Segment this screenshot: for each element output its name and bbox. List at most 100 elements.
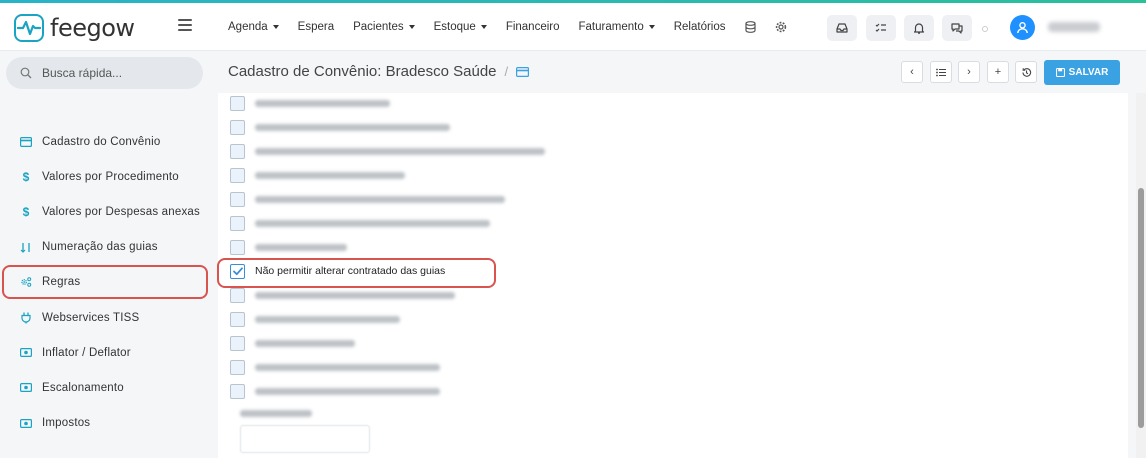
sidebar-item-escalonamento[interactable]: Escalonamento (0, 370, 210, 405)
rule-checkbox[interactable] (230, 287, 245, 303)
rule-checkbox[interactable] (230, 143, 245, 159)
code-input-blurred[interactable] (240, 425, 370, 453)
rule-checkbox[interactable] (230, 167, 245, 183)
settings-gear-icon[interactable] (775, 21, 787, 33)
search-icon (20, 67, 32, 79)
tasks-button[interactable] (866, 15, 896, 41)
search-placeholder: Busca rápida... (42, 66, 123, 80)
nav-financeiro[interactable]: Financeiro (506, 21, 560, 33)
feegow-logo[interactable]: feegow (14, 13, 135, 43)
rule-row[interactable] (230, 213, 490, 233)
rule-row[interactable] (230, 381, 440, 401)
prev-record-button[interactable]: ‹ (901, 61, 923, 83)
sidebar-item-valores-despesas[interactable]: $ Valores por Despesas anexas (0, 194, 210, 229)
blurred-field-label (240, 410, 312, 417)
inbox-button[interactable] (827, 15, 857, 41)
nav-relatorios[interactable]: Relatórios (674, 21, 726, 33)
nav-estoque[interactable]: Estoque (434, 21, 487, 33)
list-records-button[interactable] (930, 61, 952, 83)
rule-checkbox[interactable] (230, 335, 245, 351)
rule-checkbox[interactable] (230, 311, 245, 327)
rule-row[interactable] (230, 357, 440, 377)
user-name-blurred[interactable] (1048, 22, 1100, 32)
quick-search-input[interactable]: Busca rápida... (6, 57, 203, 89)
rule-row[interactable] (230, 165, 405, 185)
add-record-button[interactable]: + (987, 61, 1009, 83)
nav-faturamento[interactable]: Faturamento (579, 21, 655, 33)
annotation-highlight-rule (217, 258, 496, 288)
blurred-rule-label (255, 339, 355, 347)
plug-icon (20, 312, 32, 324)
history-button[interactable] (1015, 61, 1037, 83)
dollar-icon: $ (22, 169, 30, 184)
rule-row[interactable] (230, 117, 450, 137)
page-title: Cadastro de Convênio: Bradesco Saúde / (228, 63, 530, 80)
sidebar-item-webservices-tiss[interactable]: Webservices TISS (0, 300, 210, 335)
nav-espera[interactable]: Espera (298, 21, 334, 33)
sidebar-item-inflator-deflator[interactable]: Inflator / Deflator (0, 335, 210, 370)
rule-row[interactable] (230, 237, 347, 257)
user-icon (1017, 22, 1028, 34)
database-icon[interactable] (744, 21, 756, 33)
rule-row[interactable] (230, 141, 545, 161)
rule-row[interactable] (230, 285, 455, 305)
caret-down-icon (272, 25, 279, 29)
card-icon (20, 136, 32, 147)
nav-agenda[interactable]: Agenda (228, 21, 279, 33)
caret-down-icon (408, 25, 415, 29)
rule-checkbox[interactable] (230, 239, 245, 255)
rule-checkbox[interactable] (230, 359, 245, 375)
rule-checkbox[interactable] (230, 215, 245, 231)
chevron-right-icon: › (967, 66, 971, 78)
rule-checkbox[interactable] (230, 95, 245, 111)
rule-checkbox[interactable] (230, 119, 245, 135)
logo-heartbeat-icon (14, 14, 44, 42)
main-nav: Agenda Espera Pacientes Estoque Financei… (228, 3, 787, 51)
checklist-icon (875, 23, 886, 32)
blurred-rule-label (255, 123, 450, 131)
blurred-rule-label (255, 363, 440, 371)
inbox-icon (836, 23, 848, 33)
rule-row[interactable] (230, 309, 400, 329)
blurred-rule-label (255, 387, 440, 395)
sidebar-item-valores-procedimento[interactable]: $ Valores por Procedimento (0, 159, 210, 194)
rule-checkbox[interactable] (230, 191, 245, 207)
blurred-rule-label (255, 171, 405, 179)
sidebar-item-numeracao-guias[interactable]: Numeração das guias (0, 230, 210, 265)
title-separator: / (504, 64, 509, 79)
money-icon (20, 348, 32, 358)
rule-row[interactable] (230, 93, 390, 113)
menu-toggle-icon[interactable] (178, 19, 192, 31)
card-icon (516, 66, 530, 77)
status-dot (982, 26, 988, 32)
save-disk-icon (1055, 68, 1065, 77)
money-icon (20, 383, 32, 393)
rule-checkbox[interactable] (230, 383, 245, 399)
annotation-highlight-regras (2, 265, 208, 299)
sidebar-item-cadastro-convenio[interactable]: Cadastro do Convênio (0, 124, 210, 159)
blurred-rule-label (255, 291, 455, 299)
blurred-rule-label (255, 315, 400, 323)
notifications-button[interactable] (904, 15, 934, 41)
plus-icon: + (994, 66, 1002, 78)
money-icon (20, 418, 32, 428)
chevron-left-icon: ‹ (910, 66, 914, 78)
sidebar-item-impostos[interactable]: Impostos (0, 406, 210, 441)
sort-numeric-icon (20, 242, 32, 253)
list-icon (936, 68, 946, 76)
blurred-rule-label (255, 99, 390, 107)
rule-row[interactable] (230, 189, 505, 209)
blurred-rule-label (255, 147, 545, 155)
rule-row[interactable] (230, 333, 355, 353)
blurred-rule-label (255, 219, 490, 227)
top-header: feegow Agenda Espera Pacientes Estoque F… (0, 3, 1146, 51)
save-button[interactable]: SALVAR (1044, 60, 1120, 85)
user-avatar[interactable] (1010, 15, 1035, 40)
chat-button[interactable] (942, 15, 972, 41)
blurred-rule-label (255, 243, 347, 251)
scrollbar-thumb[interactable] (1138, 188, 1144, 428)
chat-icon (951, 23, 963, 34)
nav-pacientes[interactable]: Pacientes (353, 21, 415, 33)
next-record-button[interactable]: › (958, 61, 980, 83)
history-icon (1021, 67, 1031, 77)
